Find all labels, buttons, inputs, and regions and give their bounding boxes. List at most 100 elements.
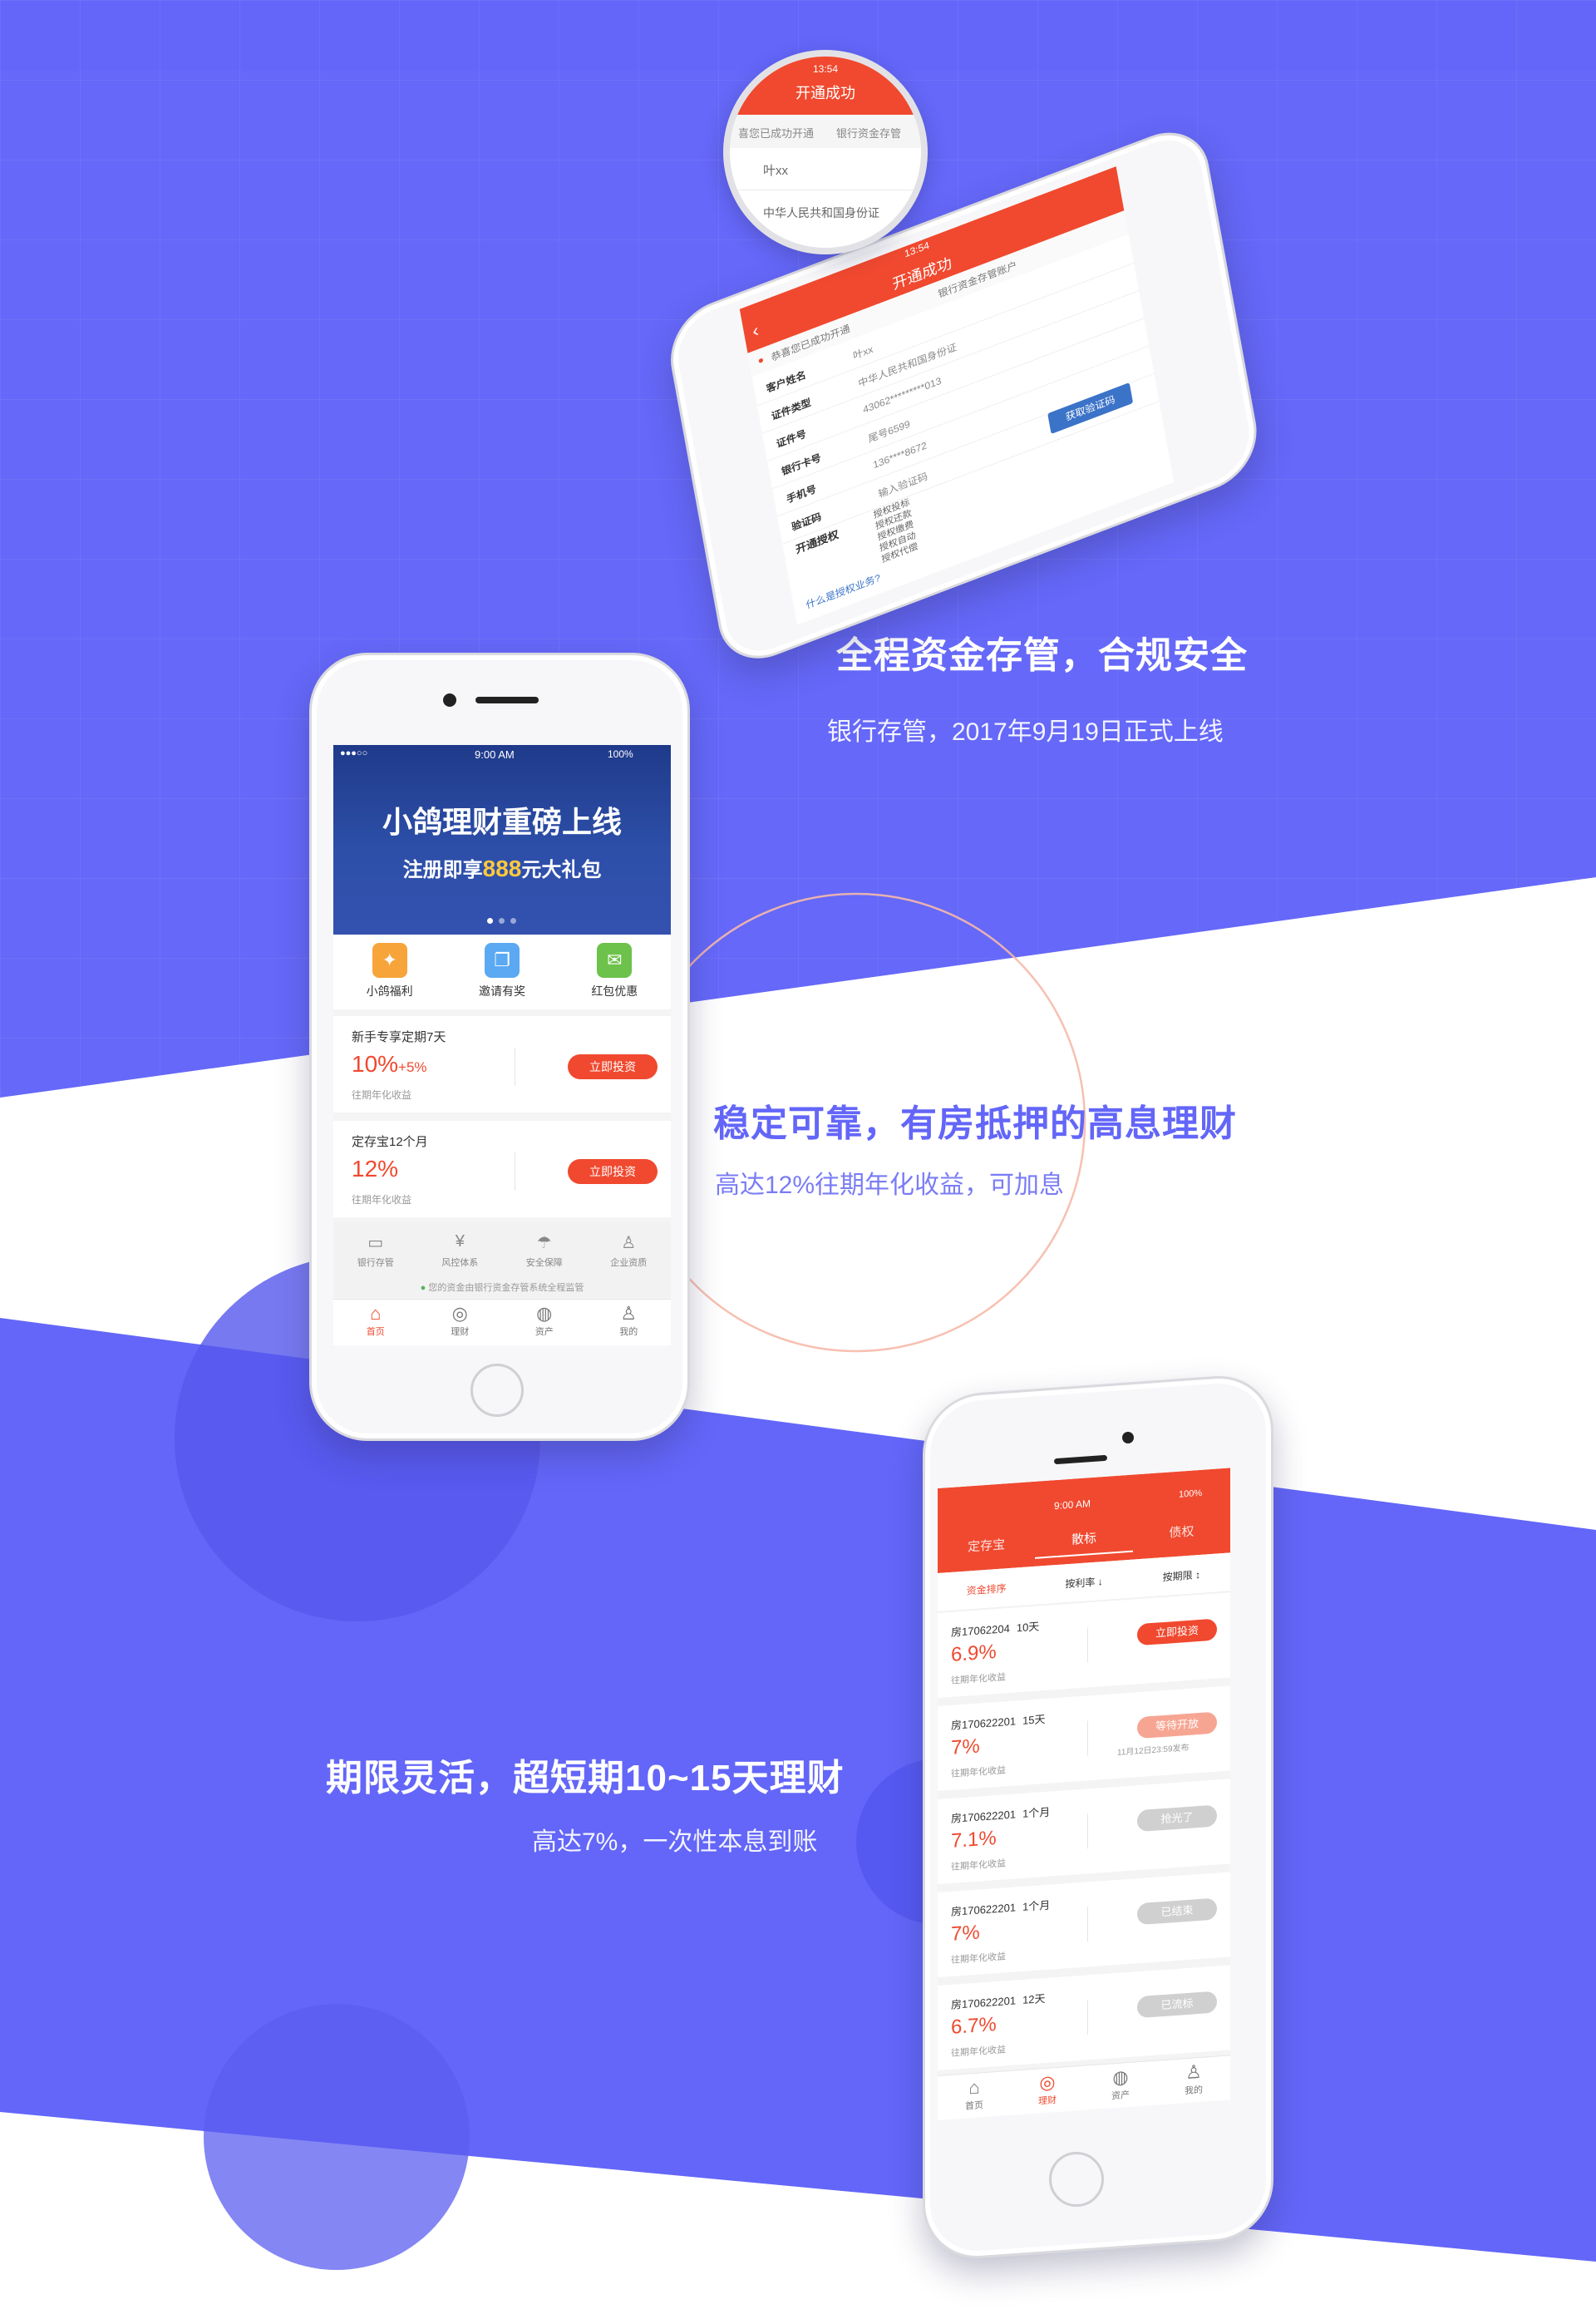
- product-name: 定存宝12个月: [352, 1135, 428, 1149]
- magnifier-time: 13:54: [812, 63, 839, 75]
- divider: [1087, 1627, 1088, 1663]
- loan-name: 房17062204 10天: [951, 1617, 1039, 1639]
- section1-subheading: 银行存管，2017年9月19日正式上线: [827, 718, 1224, 746]
- magnifier-notice-right: 银行资金存管: [836, 127, 902, 140]
- divider: [1087, 1720, 1088, 1756]
- trust-label: 银行存管: [357, 1258, 394, 1268]
- tab-finance[interactable]: ◎ 理财: [418, 1300, 503, 1345]
- loan-item[interactable]: 房170622201 1个月 7% 往期年化收益 已结束: [938, 1872, 1230, 1977]
- loan-code: 房170622201: [951, 1901, 1017, 1918]
- loan-item[interactable]: 房170622201 12天 6.7% 往期年化收益 已流标: [938, 1965, 1230, 2070]
- loan-button[interactable]: 等待开放: [1137, 1711, 1217, 1739]
- loan-rate-label: 往期年化收益: [951, 2045, 1006, 2059]
- phone2-home-button[interactable]: [470, 1364, 524, 1417]
- loan-button[interactable]: 抢光了: [1137, 1804, 1217, 1833]
- tab-asset[interactable]: ◍ 资产: [502, 1300, 587, 1345]
- magnifier: 13:54 开通成功 喜您已成功开通 银行资金存管 叶xx 中华人民共和国身份证: [723, 50, 928, 254]
- phone2-banner[interactable]: ●●●○○ 9:00 AM 100% 小鸽理财重磅上线 注册即享888元大礼包: [333, 745, 671, 935]
- magnifier-title: 开通成功: [796, 85, 855, 101]
- rate-value: 12%: [352, 1156, 399, 1182]
- quick-entry[interactable]: ✉ 红包优惠: [559, 935, 671, 1009]
- loan-term: 10天: [1016, 1620, 1040, 1635]
- phone2-status-time: 9:00 AM: [475, 748, 515, 761]
- trust-item[interactable]: ♙ 企业资质: [587, 1232, 672, 1269]
- tab-home[interactable]: ⌂ 首页: [938, 2071, 1011, 2120]
- tab-finance[interactable]: ◎ 理财: [1011, 2066, 1084, 2116]
- tab-asset[interactable]: ◍ 资产: [1084, 2061, 1157, 2111]
- home-icon: ⌂: [370, 1303, 382, 1324]
- loan-item[interactable]: 房170622201 15天 7% 往期年化收益 等待开放 11月12日23:59发布: [938, 1685, 1230, 1791]
- loan-term: 1个月: [1022, 1805, 1051, 1820]
- finance-icon: ◎: [451, 1303, 468, 1324]
- trust-area: ▭ 银行存管 ¥ 风控体系 ☂ 安全保障 ♙ 企业资质 ● 您的资金由银行资金存管系统全程监管: [333, 1222, 671, 1297]
- loan-button[interactable]: 已流标: [1137, 1991, 1217, 2019]
- loan-rate: 6.7%: [951, 2013, 997, 2039]
- product-rate: 10%+5%: [352, 1051, 427, 1078]
- loan-rate: 7.1%: [951, 1827, 997, 1853]
- trust-label: 风控体系: [441, 1258, 479, 1268]
- magnifier-notice: 喜您已成功开通: [738, 127, 815, 140]
- quick-entry-label: 小鸽福利: [366, 984, 413, 998]
- shield-icon: ¥: [455, 1232, 465, 1251]
- filter-item[interactable]: 按期限 ↕: [1133, 1565, 1230, 1586]
- phone3-battery: 100%: [1179, 1488, 1203, 1500]
- loan-rate: 7%: [951, 1734, 980, 1759]
- phone3-status-time: 9:00 AM: [1054, 1497, 1091, 1512]
- phone3-camera-icon: [1122, 1432, 1134, 1443]
- loan-name: 房170622201 1个月: [951, 1803, 1050, 1826]
- trust-item[interactable]: ¥ 风控体系: [418, 1232, 503, 1269]
- loan-button[interactable]: 已结束: [1137, 1897, 1217, 1926]
- filter-item[interactable]: 按利率 ↓: [1035, 1571, 1132, 1592]
- quick-entry-row: ✦ 小鸽福利 ❐ 邀请有奖 ✉ 红包优惠: [333, 935, 671, 1009]
- banner-sub-prefix: 注册即享: [402, 859, 483, 881]
- quick-entry-label: 邀请有奖: [478, 984, 525, 998]
- phone3-home-button[interactable]: [1049, 2152, 1104, 2207]
- top-tab[interactable]: 散标: [1035, 1519, 1133, 1559]
- product-name: 新手专享定期7天: [352, 1030, 446, 1044]
- tab-user[interactable]: ♙ 我的: [587, 1300, 672, 1345]
- loan-item[interactable]: 房170622201 1个月 7.1% 往期年化收益 抢光了: [938, 1779, 1230, 1884]
- banner-subtitle: 注册即享888元大礼包: [333, 853, 671, 882]
- banner-dots[interactable]: [487, 918, 520, 925]
- top-tab[interactable]: 定存宝: [938, 1527, 1035, 1566]
- product-card[interactable]: 定存宝12个月 12% 往期年化收益 立即投资: [333, 1121, 671, 1217]
- user-icon: ♙: [620, 1303, 638, 1324]
- filter-item[interactable]: 资金排序: [938, 1578, 1035, 1599]
- section3-subheading: 高达7%，一次性本息到账: [532, 1828, 818, 1856]
- loan-term: 12天: [1022, 1991, 1046, 2006]
- loan-rate-label: 往期年化收益: [951, 1672, 1006, 1686]
- divider: [1087, 1907, 1088, 1942]
- phone3-screen: 9:00 AM 100% 定存宝 散标 债权 资金排序 按利率 ↓ 按期限 ↕ 房170…: [938, 1468, 1230, 2120]
- section1-heading: 全程资金存管，合规安全: [836, 635, 1248, 676]
- tab-user[interactable]: ♙ 我的: [1157, 2055, 1230, 2105]
- tab-label: 我的: [619, 1327, 638, 1337]
- rate-label: 往期年化收益: [352, 1194, 412, 1206]
- invest-button[interactable]: 立即投资: [568, 1054, 658, 1079]
- rate-extra: +5%: [398, 1059, 427, 1075]
- divider: [1087, 1813, 1088, 1849]
- phone2-camera-icon: [443, 693, 456, 707]
- tab-home[interactable]: ⌂ 首页: [333, 1300, 418, 1345]
- top-tab[interactable]: 债权: [1133, 1512, 1230, 1552]
- quick-entry[interactable]: ✦ 小鸽福利: [333, 935, 446, 1009]
- loan-button[interactable]: 立即投资: [1137, 1618, 1217, 1646]
- section2-subheading: 高达12%往期年化收益，可加息: [715, 1172, 1065, 1199]
- invest-button[interactable]: 立即投资: [568, 1159, 658, 1184]
- phone2-battery: 100%: [608, 748, 633, 760]
- divider: [1087, 2000, 1088, 2035]
- phone2-screen: ●●●○○ 9:00 AM 100% 小鸽理财重磅上线 注册即享888元大礼包 …: [333, 745, 671, 1345]
- phone3-list: 房17062204 10天 6.9% 往期年化收益 立即投资 房170622201 15天 7…: [938, 1592, 1230, 2079]
- gift-icon: ❐: [484, 943, 520, 978]
- trust-item[interactable]: ☂ 安全保障: [502, 1232, 587, 1269]
- magnifier-idtype: 中华人民共和国身份证: [763, 206, 879, 220]
- form-label: 验证码: [791, 511, 823, 533]
- phone2-speaker: [475, 697, 539, 703]
- section2-heading: 稳定可靠，有房抵押的高息理财: [713, 1103, 1237, 1144]
- trust-item[interactable]: ▭ 银行存管: [333, 1232, 418, 1269]
- quick-entry[interactable]: ❐ 邀请有奖: [446, 935, 558, 1009]
- back-icon[interactable]: ‹: [751, 319, 761, 342]
- phone2-tabbar: ⌂ 首页 ◎ 理财 ◍ 资产 ♙ 我的: [333, 1299, 671, 1345]
- trust-note: ● 您的资金由银行资金存管系统全程监管: [333, 1280, 671, 1294]
- product-card[interactable]: 新手专享定期7天 10%+5% 往期年化收益 立即投资: [333, 1016, 671, 1113]
- rate-label: 往期年化收益: [352, 1089, 412, 1101]
